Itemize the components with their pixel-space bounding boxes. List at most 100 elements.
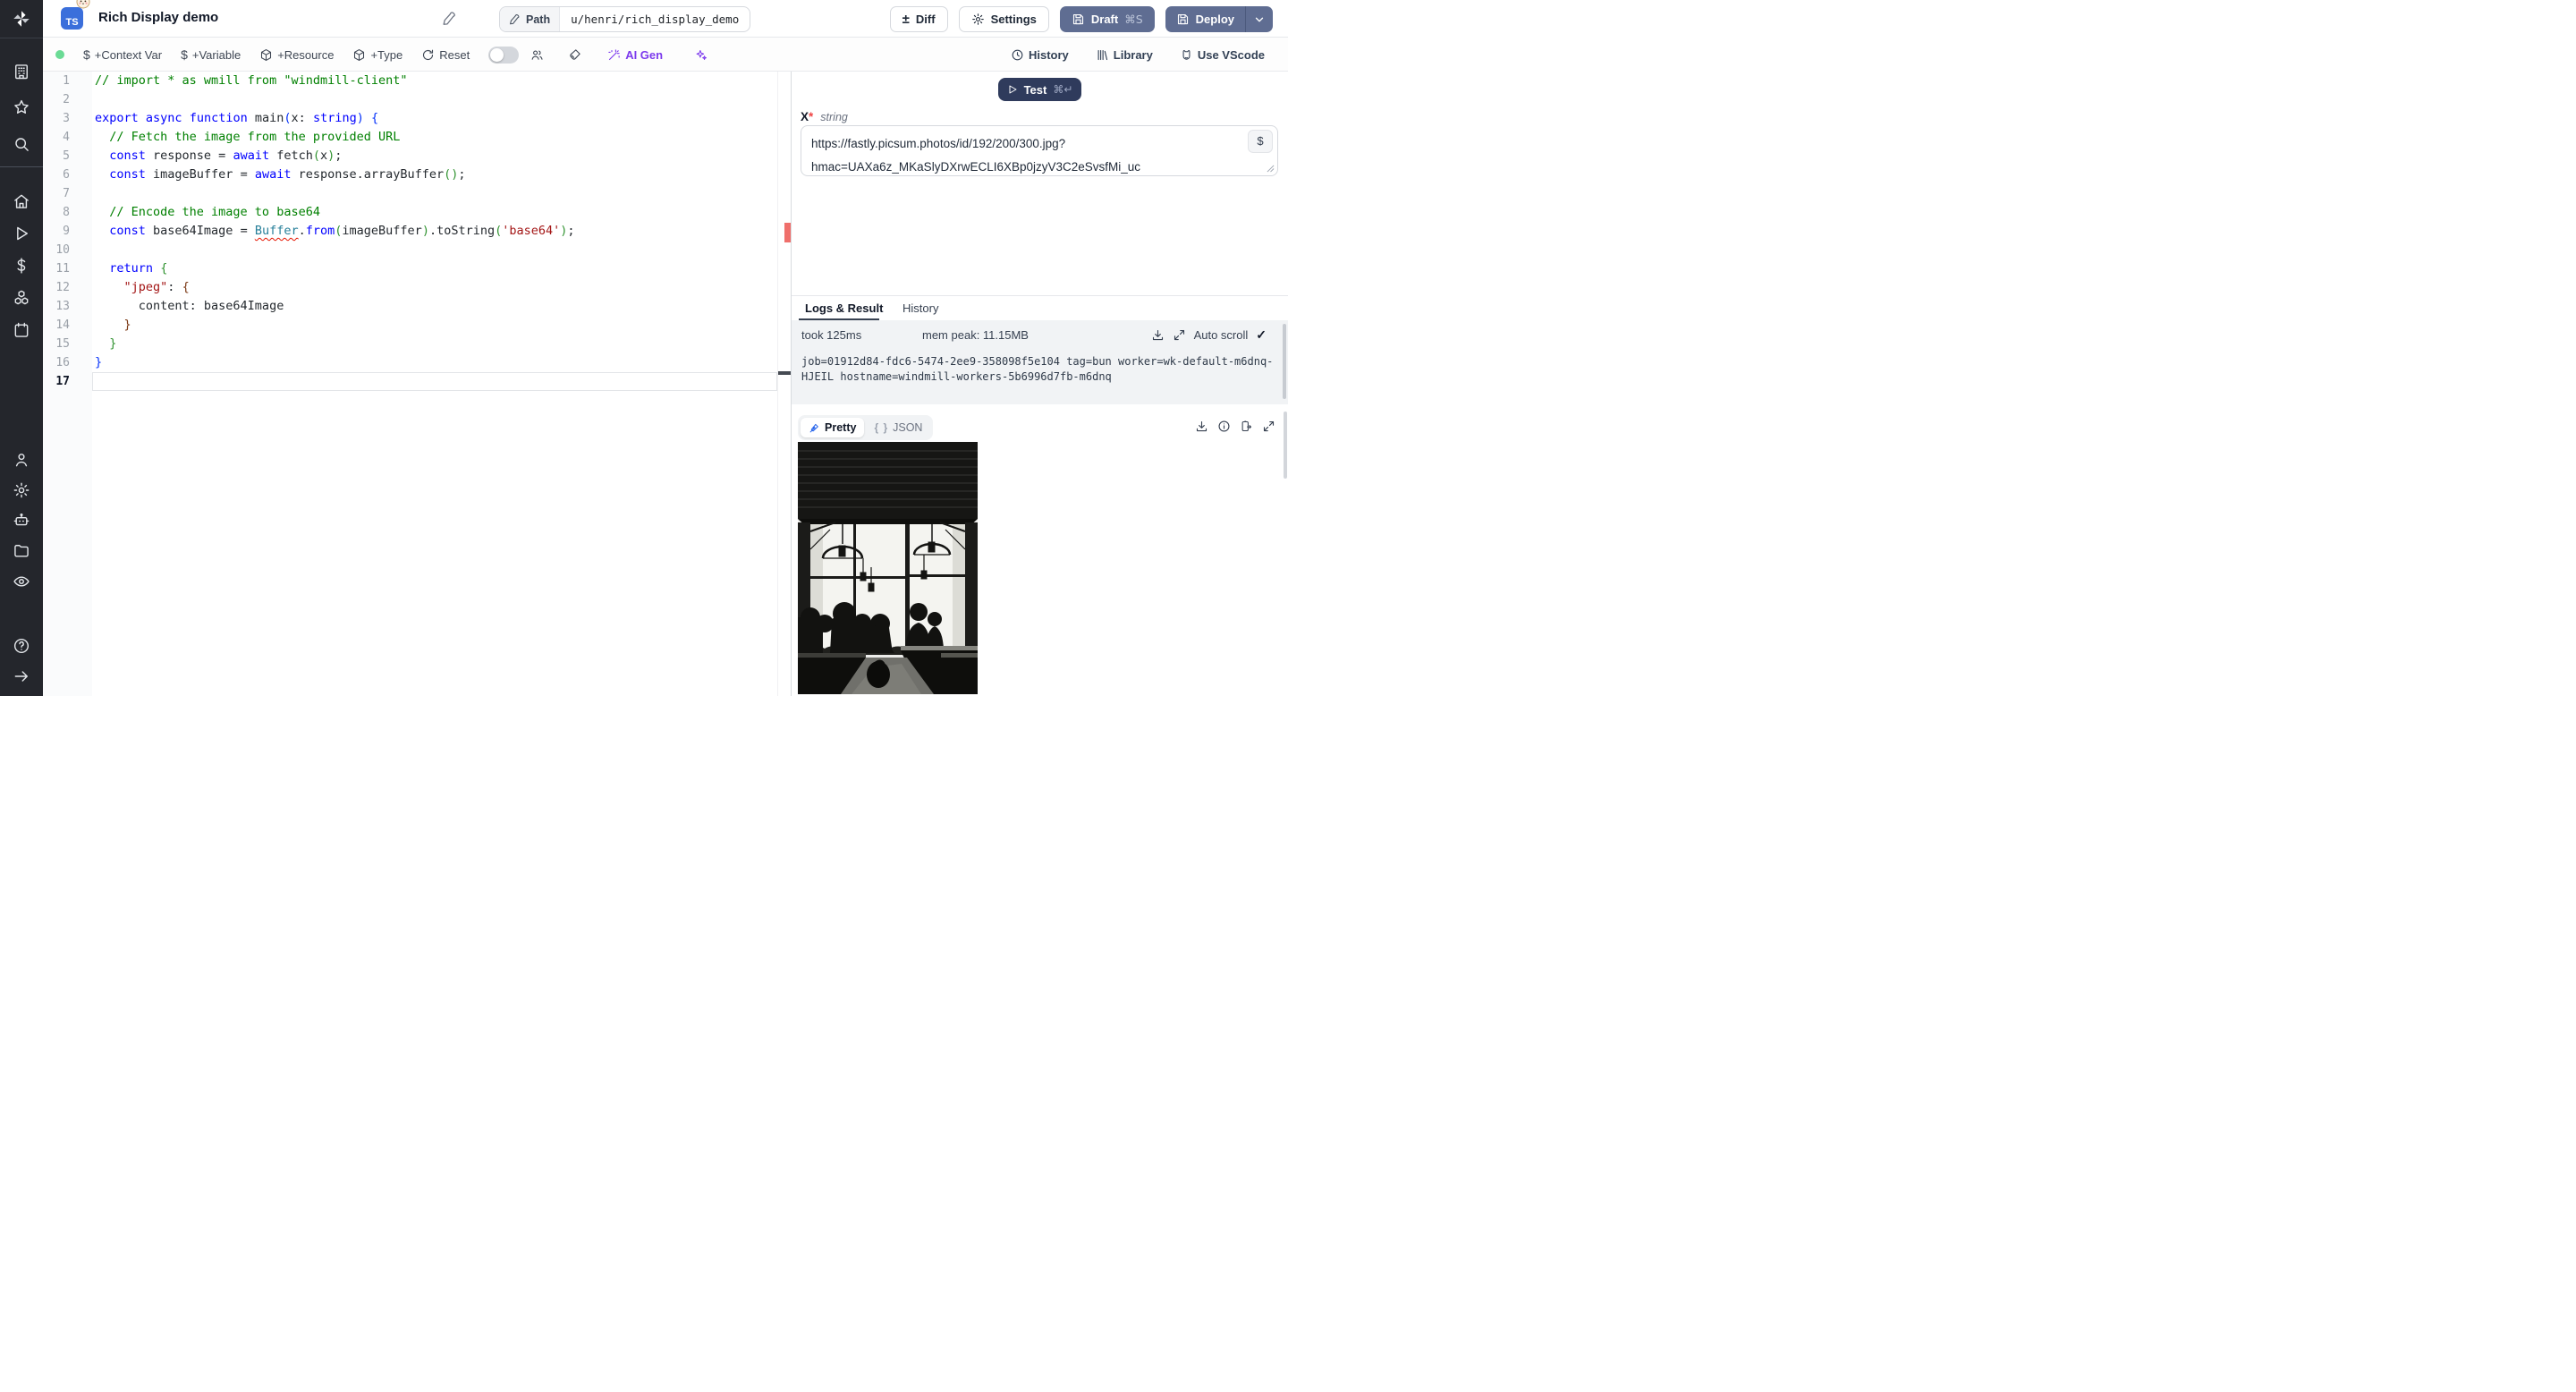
code-line[interactable]: 3 export async function main(x: string) { — [43, 109, 776, 128]
info-icon[interactable] — [1217, 420, 1231, 433]
code-line[interactable]: 12 "jpeg": { — [43, 278, 776, 297]
line-number: 8 — [63, 206, 70, 219]
sidebar-item-home[interactable] — [0, 187, 43, 216]
auto-scroll-label[interactable]: Auto scroll — [1194, 328, 1249, 342]
ai-gen-button[interactable]: AI Gen — [607, 48, 663, 62]
add-variable-button[interactable]: $ +Variable — [181, 47, 241, 62]
argument-label: X* string — [801, 110, 848, 123]
deploy-dropdown-button[interactable] — [1245, 6, 1273, 32]
code-line[interactable]: 1 // import * as wmill from "windmill-cli… — [43, 72, 776, 90]
sidebar-item-dollar[interactable] — [0, 251, 43, 280]
sidebar-item-gear[interactable] — [0, 476, 43, 505]
tab-logs-result[interactable]: Logs & Result — [805, 296, 883, 320]
assistant-toggle[interactable] — [488, 46, 520, 64]
diff-button[interactable]: ± Diff — [889, 6, 948, 32]
chevron-down-icon — [1255, 17, 1264, 21]
code-text: } — [109, 336, 117, 351]
deploy-button[interactable]: Deploy — [1165, 6, 1245, 32]
sidebar-item-robot[interactable] — [0, 506, 43, 535]
reset-icon — [423, 49, 434, 60]
sidebar-item-search[interactable] — [0, 130, 43, 158]
use-vscode-button[interactable]: Use VScode — [1180, 48, 1265, 62]
download-log-icon[interactable] — [1151, 328, 1165, 342]
code-line[interactable]: 4 // Fetch the image from the provided U… — [43, 128, 776, 147]
code-text: // Fetch the image from the provided URL — [95, 130, 401, 144]
format-button[interactable] — [568, 48, 581, 62]
auto-scroll-check-icon[interactable]: ✓ — [1256, 327, 1267, 343]
expand-log-icon[interactable] — [1173, 328, 1186, 342]
sidebar-item-eye[interactable] — [0, 567, 43, 596]
sidebar-item-star[interactable] — [0, 93, 43, 122]
insert-variable-button[interactable]: $ — [1248, 130, 1273, 153]
view-pretty-button[interactable]: Pretty — [801, 418, 865, 437]
draft-button[interactable]: Draft ⌘S — [1059, 6, 1155, 32]
sidebar-item-user[interactable] — [0, 446, 43, 474]
code-line[interactable]: 15 } — [43, 335, 776, 353]
code-line[interactable]: 7 — [43, 184, 776, 203]
code-line[interactable]: 11 return { — [43, 259, 776, 278]
code-text: "jpeg": { — [123, 280, 190, 294]
overview-ruler — [777, 72, 792, 696]
code-line[interactable]: 13 content: base64Image — [43, 297, 776, 316]
sidebar-item-building[interactable] — [0, 57, 43, 86]
library-button[interactable]: Library — [1096, 48, 1153, 62]
add-resource-button[interactable]: +Resource — [259, 48, 334, 62]
add-type-button[interactable]: +Type — [352, 48, 402, 62]
sidebar-item-folder[interactable] — [0, 537, 43, 565]
test-shortcut: ⌘↵ — [1053, 83, 1073, 96]
resize-handle-icon[interactable] — [1267, 165, 1275, 173]
editor-toolbar: $ +Context Var $ +Variable +Resource +Ty… — [43, 38, 1288, 72]
line-number: 13 — [55, 300, 70, 313]
log-scrollbar[interactable] — [1283, 324, 1286, 399]
code-line[interactable]: 10 — [43, 241, 776, 259]
sidebar-item-calendar[interactable] — [0, 316, 43, 344]
settings-button[interactable]: Settings — [958, 6, 1049, 32]
expand-result-icon[interactable] — [1262, 420, 1275, 433]
copy-result-icon[interactable] — [1240, 420, 1253, 433]
code-line[interactable]: 17 — [43, 372, 776, 391]
sidebar-item-cubes[interactable] — [0, 284, 43, 312]
plus-minus-icon: ± — [902, 12, 910, 27]
windmill-script-editor: TS Rich Display demo Path u/henri/rich_d… — [0, 0, 1288, 696]
typescript-badge-icon: TS — [61, 7, 83, 30]
line-number: 11 — [55, 262, 70, 276]
download-result-icon[interactable] — [1195, 420, 1208, 433]
view-json-button[interactable]: { } JSON — [866, 418, 930, 437]
windmill-logo-icon[interactable] — [0, 0, 43, 38]
star-icon — [14, 99, 29, 114]
history-button[interactable]: History — [1011, 48, 1069, 62]
code-line[interactable]: 8 // Encode the image to base64 — [43, 203, 776, 222]
code-line[interactable]: 9 const base64Image = Buffer.from(imageB… — [43, 222, 776, 241]
result-tabs: Logs & Result History — [792, 296, 1288, 321]
library-icon — [1097, 49, 1107, 60]
code-line[interactable]: 2 — [43, 90, 776, 109]
result-view-switch: Pretty { } JSON — [798, 415, 934, 440]
result-scrollbar[interactable] — [1284, 412, 1287, 479]
line-number: 16 — [55, 356, 70, 369]
code-line[interactable]: 16} — [43, 353, 776, 372]
error-marker — [784, 223, 791, 242]
sidebar-item-help[interactable] — [0, 632, 43, 660]
brush-icon — [570, 48, 580, 60]
cursor-position-marker — [778, 371, 792, 375]
sidebar-divider — [0, 166, 43, 167]
sidebar-item-play[interactable] — [0, 219, 43, 248]
multiplayer-button[interactable] — [530, 48, 544, 62]
path-edit-button[interactable]: Path — [500, 7, 561, 31]
code-line[interactable]: 5 const response = await fetch(x); — [43, 147, 776, 166]
code-line[interactable]: 14 } — [43, 316, 776, 335]
tab-history[interactable]: History — [902, 296, 938, 320]
add-context-var-button[interactable]: $ +Context Var — [83, 47, 162, 62]
test-button[interactable]: Test ⌘↵ — [998, 78, 1081, 101]
code-text: const imageBuffer = await response.array… — [109, 167, 466, 182]
line-number: 10 — [55, 243, 70, 257]
path-value[interactable]: u/henri/rich_display_demo — [560, 7, 750, 31]
code-editor[interactable]: 1 // import * as wmill from "windmill-cli… — [43, 72, 792, 696]
reset-button[interactable]: Reset — [421, 48, 470, 62]
code-line[interactable]: 6 const imageBuffer = await response.arr… — [43, 166, 776, 184]
edit-title-pencil-icon[interactable] — [442, 11, 457, 30]
ai-sparkles-button[interactable] — [694, 48, 708, 62]
line-number: 3 — [63, 112, 70, 125]
argument-input[interactable]: https://fastly.picsum.photos/id/192/200/… — [801, 125, 1278, 176]
sidebar-item-arrow-right[interactable] — [0, 662, 43, 691]
